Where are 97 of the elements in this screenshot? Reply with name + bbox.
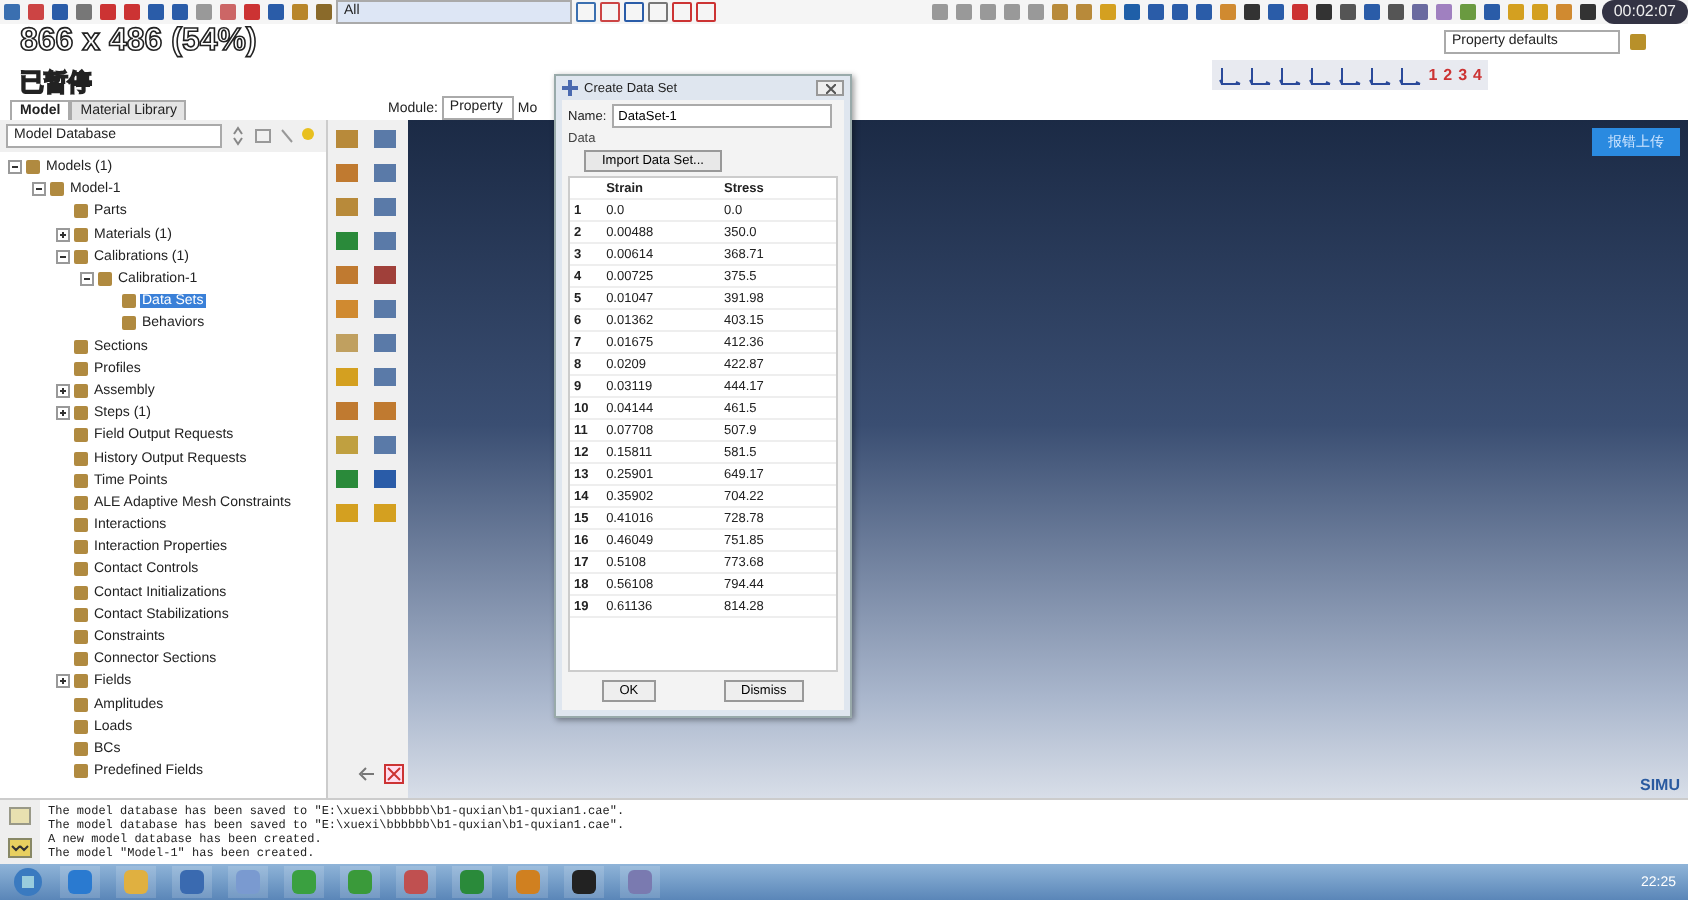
expander-icon[interactable]: [56, 383, 70, 398]
tree-node-icon: [74, 585, 88, 600]
toolbox-button[interactable]: [332, 466, 360, 490]
tree-node-icon: [74, 204, 88, 219]
view-number[interactable]: 4: [1473, 66, 1482, 84]
tree-node-icon: [74, 607, 88, 622]
axis-icon[interactable]: [1308, 65, 1333, 85]
axis-icon[interactable]: [1278, 65, 1303, 85]
tree-node-icon: [98, 272, 112, 287]
tree-node-icon: [74, 406, 88, 421]
tree-node-icon: [74, 495, 88, 510]
toolbar-button[interactable]: [1145, 1, 1168, 23]
tree-node-icon: [74, 518, 88, 533]
tree-node-icon: [74, 249, 88, 264]
tree-node-icon: [74, 428, 88, 443]
tree-node-icon: [74, 227, 88, 242]
close-button[interactable]: [816, 80, 844, 96]
view-number[interactable]: 1: [1428, 66, 1438, 84]
toolbar-button[interactable]: [1313, 1, 1336, 23]
toolbar-button[interactable]: [264, 1, 286, 23]
toolbox-button[interactable]: [332, 228, 360, 252]
close-icon[interactable]: [825, 83, 835, 93]
toolbar-button[interactable]: [1361, 1, 1384, 23]
tree-node-icon: [74, 451, 88, 466]
tree-node-icon: [122, 294, 136, 309]
expander-icon[interactable]: [56, 406, 70, 421]
toolbar-button[interactable]: [1169, 1, 1192, 23]
expander-icon[interactable]: [32, 182, 46, 197]
axis-icon[interactable]: [1368, 65, 1393, 85]
axis-icon[interactable]: [1338, 65, 1363, 85]
toolbar-button[interactable]: [1481, 1, 1504, 23]
toolbar-button[interactable]: [1193, 1, 1216, 23]
toolbox-button[interactable]: [332, 296, 360, 320]
expander-icon[interactable]: [56, 249, 70, 264]
tree-node-icon: [74, 741, 88, 756]
toolbox-button[interactable]: [332, 194, 360, 218]
expander-icon[interactable]: [56, 674, 70, 689]
toolbar-button[interactable]: [168, 1, 190, 23]
toolbox-button[interactable]: [371, 228, 399, 252]
expander-icon[interactable]: [80, 272, 94, 287]
tree-node-icon: [74, 473, 88, 488]
tree-node-icon: [74, 383, 88, 398]
tree-node-icon: [122, 316, 136, 331]
toolbox-button[interactable]: [371, 160, 399, 184]
toolbox-button[interactable]: [371, 262, 399, 286]
toolbox-button[interactable]: [371, 330, 399, 354]
back-arrow-icon[interactable]: [358, 764, 378, 784]
toolbar-button[interactable]: [144, 1, 166, 23]
toolbar-button[interactable]: [1121, 1, 1144, 23]
tree-node-icon: [74, 562, 88, 577]
dialog-icon: [562, 80, 578, 96]
command-icon[interactable]: [8, 838, 32, 858]
toolbar-button[interactable]: [1337, 1, 1360, 23]
tree-node-icon: [74, 339, 88, 354]
toolbox-button[interactable]: [332, 160, 360, 184]
expander-icon[interactable]: [8, 160, 22, 175]
close-icon[interactable]: [384, 764, 404, 784]
toolbar-button[interactable]: [1241, 1, 1264, 23]
toolbar-button[interactable]: [622, 1, 644, 23]
logo-text: SIMU: [1640, 776, 1680, 794]
toolbox-button[interactable]: [371, 364, 399, 388]
toolbox-button[interactable]: [332, 126, 360, 150]
tree-node-icon: [74, 697, 88, 712]
toolbox-button[interactable]: [371, 466, 399, 490]
tree-node-icon: [26, 160, 40, 175]
tree-node-icon: [50, 182, 64, 197]
toolbar-button[interactable]: [1385, 1, 1408, 23]
toolbox-button[interactable]: [371, 126, 399, 150]
toolbar-button[interactable]: [1265, 1, 1288, 23]
toolbox-button[interactable]: [371, 296, 399, 320]
axis-icon[interactable]: [1398, 65, 1423, 85]
tree-node-icon: [74, 630, 88, 645]
capture-size-label: 866 x 486 (54%): [20, 24, 257, 60]
tree-tools-icon[interactable]: [228, 126, 316, 146]
toolbox-button[interactable]: [371, 398, 399, 422]
toolbox-button[interactable]: [332, 398, 360, 422]
tree-node-icon: [74, 719, 88, 734]
toolbox-button[interactable]: [332, 262, 360, 286]
tree-node-icon: [74, 540, 88, 555]
message-icon[interactable]: [8, 806, 32, 826]
paused-status-label: 已暂停: [20, 70, 92, 96]
tree-node-icon: [74, 652, 88, 667]
taskbar-app-icon[interactable]: [564, 866, 604, 898]
view-number[interactable]: 3: [1458, 66, 1468, 84]
toolbar-button[interactable]: [48, 1, 70, 23]
tree-node-icon: [74, 764, 88, 779]
recording-timer: 00:02:07: [1601, 0, 1688, 24]
start-icon[interactable]: [12, 866, 44, 898]
axis-icon[interactable]: [1218, 65, 1243, 85]
toolbox-button[interactable]: [371, 194, 399, 218]
tree-node-icon: [74, 361, 88, 376]
toolbox-button[interactable]: [371, 432, 399, 456]
expander-icon[interactable]: [56, 227, 70, 242]
toolbar-button[interactable]: [1577, 1, 1600, 23]
tree-node-icon: [74, 674, 88, 689]
view-number[interactable]: 2: [1443, 66, 1453, 84]
axis-icon[interactable]: [1248, 65, 1273, 85]
